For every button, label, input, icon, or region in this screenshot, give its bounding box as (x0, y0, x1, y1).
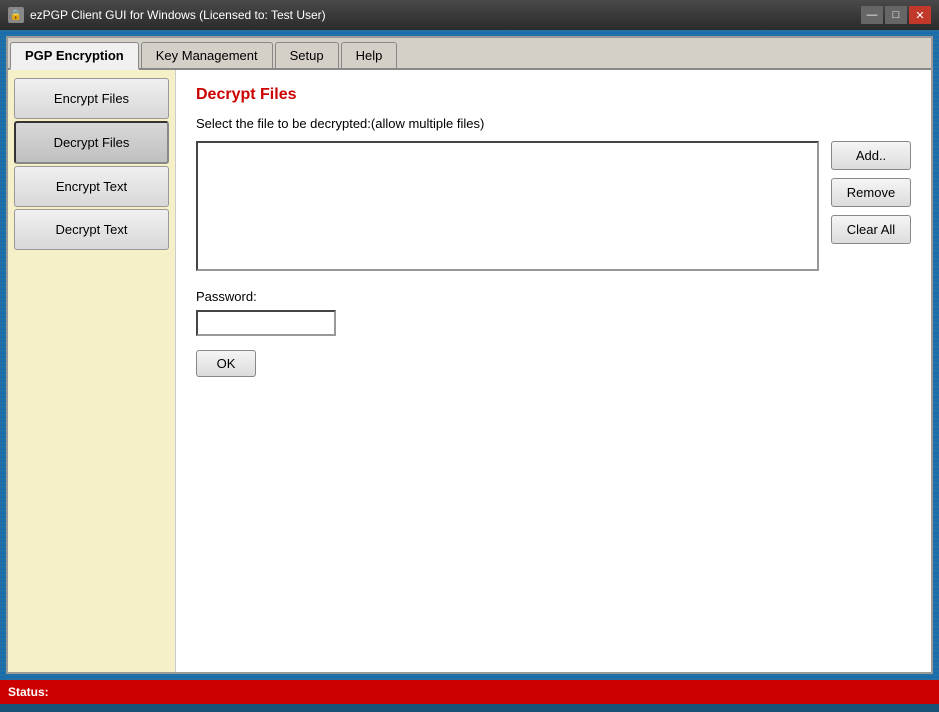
title-bar-left: 🔒 ezPGP Client GUI for Windows (Licensed… (8, 7, 326, 23)
tab-setup[interactable]: Setup (275, 42, 339, 68)
close-button[interactable]: ✕ (909, 6, 931, 24)
files-listbox[interactable] (196, 141, 819, 271)
window-frame: PGP Encryption Key Management Setup Help… (6, 36, 933, 674)
clear-all-button[interactable]: Clear All (831, 215, 911, 244)
status-bar: Status: (0, 680, 939, 704)
app-icon: 🔒 (8, 7, 24, 23)
encrypt-files-button[interactable]: Encrypt Files (14, 78, 169, 119)
tab-pgp-encryption[interactable]: PGP Encryption (10, 42, 139, 70)
main-panel: Decrypt Files Select the file to be decr… (176, 70, 931, 672)
panel-title: Decrypt Files (196, 86, 911, 104)
window-title: ezPGP Client GUI for Windows (Licensed t… (30, 8, 326, 22)
minimize-button[interactable]: — (861, 6, 883, 24)
title-bar: 🔒 ezPGP Client GUI for Windows (Licensed… (0, 0, 939, 30)
content-area: Encrypt Files Decrypt Files Encrypt Text… (8, 70, 931, 672)
decrypt-text-button[interactable]: Decrypt Text (14, 209, 169, 250)
password-label: Password: (196, 289, 911, 304)
app-background: PGP Encryption Key Management Setup Help… (0, 30, 939, 680)
tab-bar: PGP Encryption Key Management Setup Help (8, 38, 931, 70)
sidebar: Encrypt Files Decrypt Files Encrypt Text… (8, 70, 176, 672)
files-buttons: Add.. Remove Clear All (831, 141, 911, 271)
tab-key-management[interactable]: Key Management (141, 42, 273, 68)
panel-description: Select the file to be decrypted:(allow m… (196, 116, 911, 131)
remove-button[interactable]: Remove (831, 178, 911, 207)
password-input[interactable] (196, 310, 336, 336)
decrypt-files-button[interactable]: Decrypt Files (14, 121, 169, 164)
add-button[interactable]: Add.. (831, 141, 911, 170)
files-area-wrapper: Add.. Remove Clear All (196, 141, 911, 271)
tab-help[interactable]: Help (341, 42, 398, 68)
maximize-button[interactable]: □ (885, 6, 907, 24)
title-bar-controls: — □ ✕ (861, 6, 931, 24)
ok-button[interactable]: OK (196, 350, 256, 377)
status-label: Status: (8, 685, 49, 699)
encrypt-text-button[interactable]: Encrypt Text (14, 166, 169, 207)
